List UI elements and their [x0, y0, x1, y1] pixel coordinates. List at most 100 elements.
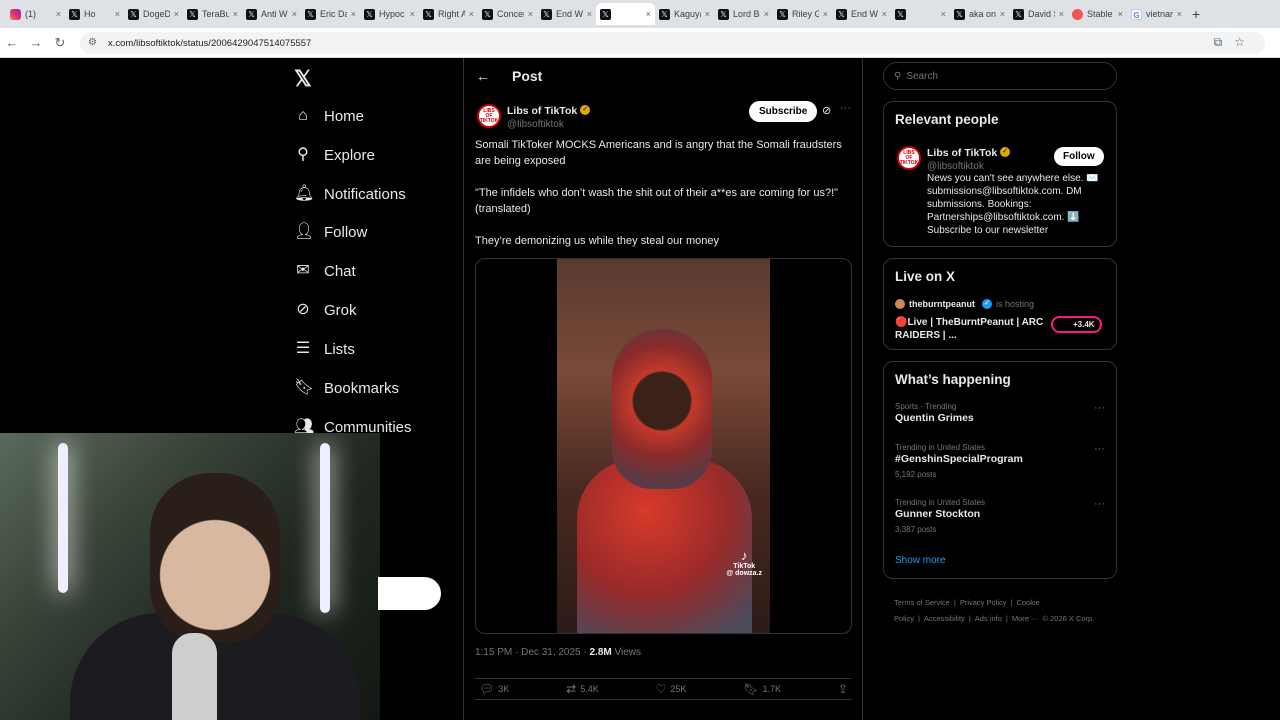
- nav-item-home[interactable]: ⌂ Home: [294, 107, 364, 125]
- close-icon[interactable]: ×: [233, 9, 238, 19]
- repost-button[interactable]: ⇄ 5.4K: [566, 682, 599, 696]
- footer-link[interactable]: Privacy Policy: [960, 598, 1007, 607]
- search-input[interactable]: ⚲ Search: [883, 62, 1117, 90]
- tab-title: End W: [556, 9, 583, 19]
- relevant-avatar[interactable]: LIBS OF TIKTOK: [897, 146, 921, 170]
- live-listeners[interactable]: +3.4K: [1051, 316, 1102, 333]
- back-icon[interactable]: ←: [0, 35, 24, 50]
- relevant-handle[interactable]: @libsoftiktok: [927, 161, 1010, 172]
- close-icon[interactable]: ×: [56, 9, 61, 19]
- relevant-name[interactable]: Libs of TikTok: [927, 147, 997, 159]
- close-icon[interactable]: ×: [469, 9, 474, 19]
- show-more-link[interactable]: Show more: [895, 555, 946, 566]
- close-icon[interactable]: ×: [174, 9, 179, 19]
- close-icon[interactable]: ×: [823, 9, 828, 19]
- bookmark-icon: 🔖︎: [743, 682, 759, 696]
- x-icon: 𝕏: [836, 8, 847, 20]
- browser-tab[interactable]: 𝕏 Lord Be ×: [714, 3, 773, 25]
- browser-tab[interactable]: 𝕏 ×: [596, 3, 655, 25]
- footer-link[interactable]: Accessibility: [924, 614, 965, 623]
- close-icon[interactable]: ×: [882, 9, 887, 19]
- more-options-icon[interactable]: ···: [1094, 498, 1105, 510]
- more-options-icon[interactable]: ···: [1094, 402, 1105, 414]
- author-handle[interactable]: @libsoftiktok: [507, 119, 590, 130]
- footer-link[interactable]: More ···: [1012, 614, 1039, 623]
- browser-tab[interactable]: 𝕏 David S ×: [1009, 3, 1068, 25]
- browser-tab[interactable]: 𝕏 Kaguya ×: [655, 3, 714, 25]
- more-options-icon[interactable]: ···: [840, 102, 851, 114]
- browser-tab[interactable]: 𝕏 Right A ×: [419, 3, 478, 25]
- browser-tab[interactable]: 𝕏 Hypoc ×: [360, 3, 419, 25]
- footer-link[interactable]: © 2026 X Corp.: [1043, 614, 1095, 623]
- trend-item[interactable]: Trending in United States #GenshinSpecial…: [895, 443, 1105, 479]
- address-bar[interactable]: ⚙ x.com/libsoftiktok/status/200642904751…: [80, 32, 1265, 54]
- browser-tab[interactable]: 𝕏 Eric Da ×: [301, 3, 360, 25]
- new-tab-button[interactable]: +: [1186, 6, 1206, 22]
- close-icon[interactable]: ×: [764, 9, 769, 19]
- close-icon[interactable]: ×: [1000, 9, 1005, 19]
- x-logo-icon[interactable]: 𝕏: [294, 66, 312, 92]
- nav-item-bookmarks[interactable]: 🔖︎ Bookmarks: [294, 379, 399, 397]
- nav-item-follow[interactable]: 👤︎ Follow: [294, 223, 367, 241]
- reload-icon[interactable]: ↻: [48, 35, 72, 51]
- live-stream-title[interactable]: 🔴Live | TheBurntPeanut | ARC RAIDERS | .…: [895, 316, 1045, 342]
- nav-item-label: Grok: [324, 301, 357, 319]
- close-icon[interactable]: ×: [292, 9, 297, 19]
- close-icon[interactable]: ×: [1177, 9, 1182, 19]
- browser-tab[interactable]: 𝕏 Anti W ×: [242, 3, 301, 25]
- footer-link[interactable]: Ads info: [975, 614, 1002, 623]
- bookmark-star-icon[interactable]: ☆: [1234, 35, 1245, 50]
- verified-badge-icon: ✓: [1000, 146, 1011, 157]
- install-icon[interactable]: ⧉: [1214, 35, 1223, 50]
- bookmark-button[interactable]: 🔖︎ 1.7K: [743, 682, 781, 696]
- browser-tab[interactable]: 𝕏aka on ×: [950, 3, 1009, 25]
- trend-item[interactable]: Sports · Trending Quentin Grimes ···: [895, 402, 1105, 424]
- browser-tab[interactable]: 𝕏 ×: [891, 3, 950, 25]
- browser-tab[interactable]: 𝕏 End W ×: [537, 3, 596, 25]
- close-icon[interactable]: ×: [1118, 9, 1123, 19]
- close-icon[interactable]: ×: [410, 9, 415, 19]
- close-icon[interactable]: ×: [646, 9, 651, 19]
- close-icon[interactable]: ×: [587, 9, 592, 19]
- browser-tab[interactable]: 𝕏 Concer ×: [478, 3, 537, 25]
- close-icon[interactable]: ×: [705, 9, 710, 19]
- browser-tab[interactable]: 𝕏 DogeD ×: [124, 3, 183, 25]
- subscribe-button[interactable]: Subscribe: [749, 101, 818, 122]
- live-host-row[interactable]: theburntpeanut ✓ is hosting: [895, 299, 1034, 309]
- trend-item[interactable]: Trending in United States Gunner Stockton…: [895, 498, 1105, 534]
- post-time[interactable]: 1:15 PM · Dec 31, 2025 ·: [475, 647, 590, 658]
- video-frame[interactable]: ♪ TikTok @ dowza.z: [557, 259, 770, 633]
- close-icon[interactable]: ×: [941, 9, 946, 19]
- browser-tab[interactable]: Stable ×: [1068, 3, 1127, 25]
- author-avatar[interactable]: LIBS OF TIKTOK: [477, 104, 501, 128]
- browser-tab[interactable]: 𝕏 TeraBu ×: [183, 3, 242, 25]
- browser-tab[interactable]: 𝕏 Riley G ×: [773, 3, 832, 25]
- browser-tab[interactable]: Gvietnam ×: [1127, 3, 1186, 25]
- nav-item-chat[interactable]: ✉ Chat: [294, 262, 355, 280]
- nav-item-lists[interactable]: ☰ Lists: [294, 340, 355, 358]
- grok-explain-icon[interactable]: ⊘: [822, 104, 831, 117]
- post-video[interactable]: ♪ TikTok @ dowza.z: [475, 258, 852, 634]
- like-button[interactable]: ♡ 25K: [656, 682, 687, 696]
- footer-link[interactable]: Terms of Service: [894, 598, 950, 607]
- close-icon[interactable]: ×: [528, 9, 533, 19]
- reply-button[interactable]: 💬︎ 3K: [479, 682, 509, 696]
- nav-item-notifications[interactable]: 🔔︎ Notifications: [294, 185, 406, 203]
- browser-tab[interactable]: 𝕏 Ho ×: [65, 3, 124, 25]
- site-info-icon[interactable]: ⚙: [88, 37, 100, 49]
- more-options-icon[interactable]: ···: [1094, 443, 1105, 455]
- follow-button[interactable]: Follow: [1054, 147, 1104, 166]
- nav-item-explore[interactable]: ⚲ Explore: [294, 146, 375, 164]
- author-name[interactable]: Libs of TikTok: [507, 105, 577, 117]
- close-icon[interactable]: ×: [115, 9, 120, 19]
- browser-tab[interactable]: 𝕏 End W ×: [832, 3, 891, 25]
- browser-tab[interactable]: (1) ×: [6, 3, 65, 25]
- back-arrow-icon[interactable]: ←: [476, 68, 490, 84]
- share-button[interactable]: ⇪: [838, 682, 848, 696]
- nav-item-grok[interactable]: ⊘ Grok: [294, 301, 357, 319]
- forward-icon[interactable]: →: [24, 35, 48, 50]
- close-icon[interactable]: ×: [351, 9, 356, 19]
- close-icon[interactable]: ×: [1059, 9, 1064, 19]
- tab-title: TeraBu: [202, 9, 229, 19]
- post-button-partial[interactable]: [378, 577, 441, 610]
